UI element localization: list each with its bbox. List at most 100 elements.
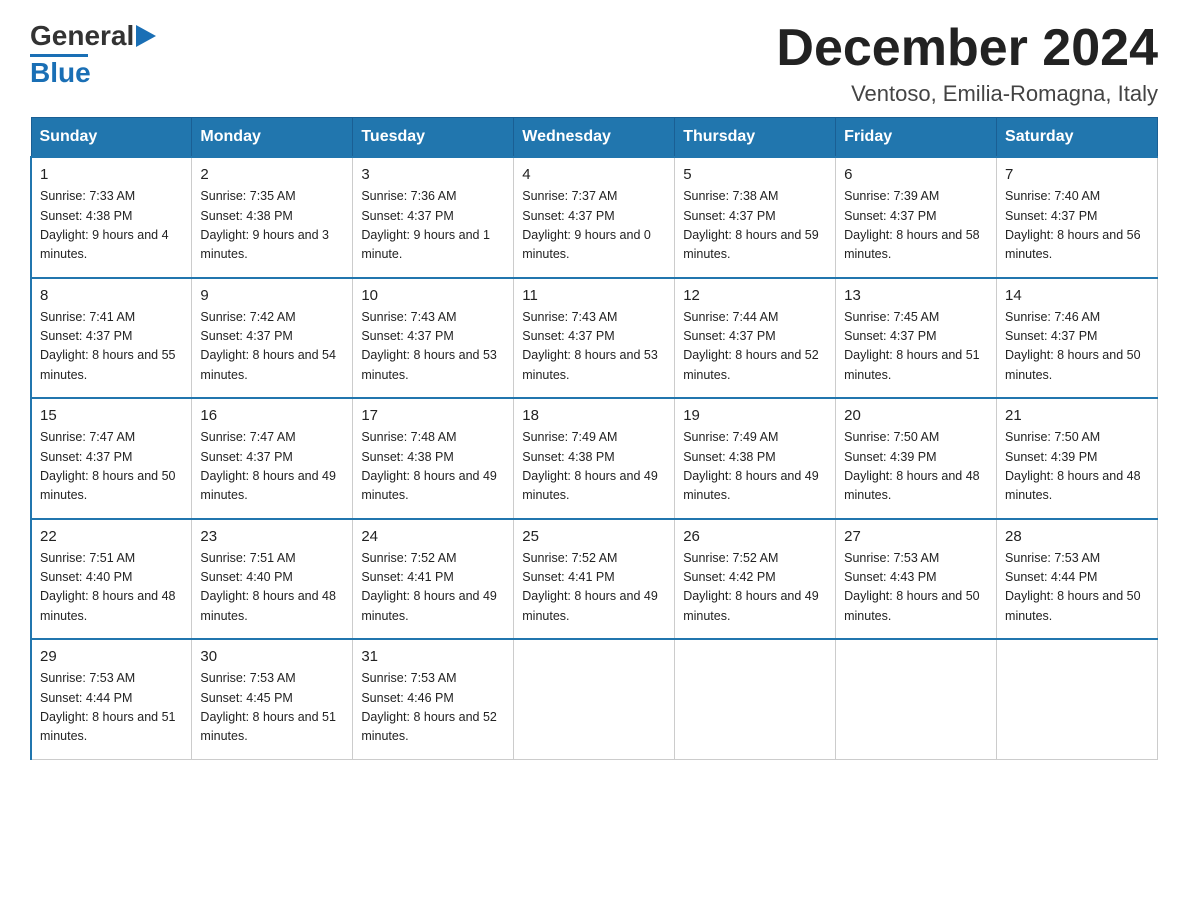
calendar-cell: 23 Sunrise: 7:51 AM Sunset: 4:40 PM Dayl…: [192, 519, 353, 640]
calendar-cell: 4 Sunrise: 7:37 AM Sunset: 4:37 PM Dayli…: [514, 157, 675, 278]
day-number: 20: [844, 407, 988, 424]
day-info: Sunrise: 7:47 AM Sunset: 4:37 PM Dayligh…: [40, 428, 183, 506]
day-number: 8: [40, 287, 183, 304]
logo-blue-text: Blue: [30, 57, 91, 89]
calendar-cell: [997, 639, 1158, 759]
day-info: Sunrise: 7:37 AM Sunset: 4:37 PM Dayligh…: [522, 187, 666, 265]
day-number: 4: [522, 166, 666, 183]
calendar-cell: 6 Sunrise: 7:39 AM Sunset: 4:37 PM Dayli…: [836, 157, 997, 278]
logo-general-text: General: [30, 20, 134, 52]
calendar-cell: 1 Sunrise: 7:33 AM Sunset: 4:38 PM Dayli…: [31, 157, 192, 278]
day-number: 22: [40, 528, 183, 545]
calendar-week-row: 22 Sunrise: 7:51 AM Sunset: 4:40 PM Dayl…: [31, 519, 1158, 640]
calendar-cell: 18 Sunrise: 7:49 AM Sunset: 4:38 PM Dayl…: [514, 398, 675, 519]
calendar-cell: 21 Sunrise: 7:50 AM Sunset: 4:39 PM Dayl…: [997, 398, 1158, 519]
day-number: 12: [683, 287, 827, 304]
day-info: Sunrise: 7:49 AM Sunset: 4:38 PM Dayligh…: [522, 428, 666, 506]
calendar-week-row: 29 Sunrise: 7:53 AM Sunset: 4:44 PM Dayl…: [31, 639, 1158, 759]
day-info: Sunrise: 7:53 AM Sunset: 4:46 PM Dayligh…: [361, 669, 505, 747]
title-section: December 2024 Ventoso, Emilia-Romagna, I…: [776, 20, 1158, 107]
day-number: 19: [683, 407, 827, 424]
day-number: 6: [844, 166, 988, 183]
calendar-cell: 27 Sunrise: 7:53 AM Sunset: 4:43 PM Dayl…: [836, 519, 997, 640]
calendar-cell: [836, 639, 997, 759]
day-number: 25: [522, 528, 666, 545]
calendar-week-row: 1 Sunrise: 7:33 AM Sunset: 4:38 PM Dayli…: [31, 157, 1158, 278]
day-info: Sunrise: 7:44 AM Sunset: 4:37 PM Dayligh…: [683, 308, 827, 386]
day-info: Sunrise: 7:52 AM Sunset: 4:41 PM Dayligh…: [522, 549, 666, 627]
day-info: Sunrise: 7:53 AM Sunset: 4:45 PM Dayligh…: [200, 669, 344, 747]
calendar-cell: 12 Sunrise: 7:44 AM Sunset: 4:37 PM Dayl…: [675, 278, 836, 399]
day-info: Sunrise: 7:52 AM Sunset: 4:41 PM Dayligh…: [361, 549, 505, 627]
day-number: 17: [361, 407, 505, 424]
month-title: December 2024: [776, 20, 1158, 77]
logo: General Blue: [30, 20, 156, 89]
day-info: Sunrise: 7:53 AM Sunset: 4:43 PM Dayligh…: [844, 549, 988, 627]
calendar-cell: 26 Sunrise: 7:52 AM Sunset: 4:42 PM Dayl…: [675, 519, 836, 640]
location-subtitle: Ventoso, Emilia-Romagna, Italy: [776, 81, 1158, 107]
day-info: Sunrise: 7:46 AM Sunset: 4:37 PM Dayligh…: [1005, 308, 1149, 386]
calendar-cell: 9 Sunrise: 7:42 AM Sunset: 4:37 PM Dayli…: [192, 278, 353, 399]
day-number: 13: [844, 287, 988, 304]
day-info: Sunrise: 7:43 AM Sunset: 4:37 PM Dayligh…: [361, 308, 505, 386]
calendar-header-sunday: Sunday: [31, 118, 192, 158]
day-number: 30: [200, 648, 344, 665]
day-number: 23: [200, 528, 344, 545]
day-number: 29: [40, 648, 183, 665]
calendar-cell: 3 Sunrise: 7:36 AM Sunset: 4:37 PM Dayli…: [353, 157, 514, 278]
day-info: Sunrise: 7:33 AM Sunset: 4:38 PM Dayligh…: [40, 187, 183, 265]
calendar-cell: 2 Sunrise: 7:35 AM Sunset: 4:38 PM Dayli…: [192, 157, 353, 278]
day-number: 27: [844, 528, 988, 545]
calendar-header-tuesday: Tuesday: [353, 118, 514, 158]
calendar-cell: 10 Sunrise: 7:43 AM Sunset: 4:37 PM Dayl…: [353, 278, 514, 399]
calendar-week-row: 8 Sunrise: 7:41 AM Sunset: 4:37 PM Dayli…: [31, 278, 1158, 399]
day-info: Sunrise: 7:39 AM Sunset: 4:37 PM Dayligh…: [844, 187, 988, 265]
calendar-header-wednesday: Wednesday: [514, 118, 675, 158]
day-number: 21: [1005, 407, 1149, 424]
day-info: Sunrise: 7:42 AM Sunset: 4:37 PM Dayligh…: [200, 308, 344, 386]
calendar-cell: 11 Sunrise: 7:43 AM Sunset: 4:37 PM Dayl…: [514, 278, 675, 399]
day-info: Sunrise: 7:35 AM Sunset: 4:38 PM Dayligh…: [200, 187, 344, 265]
day-number: 5: [683, 166, 827, 183]
day-info: Sunrise: 7:40 AM Sunset: 4:37 PM Dayligh…: [1005, 187, 1149, 265]
calendar-cell: 14 Sunrise: 7:46 AM Sunset: 4:37 PM Dayl…: [997, 278, 1158, 399]
calendar-cell: [514, 639, 675, 759]
day-info: Sunrise: 7:53 AM Sunset: 4:44 PM Dayligh…: [1005, 549, 1149, 627]
calendar-cell: 28 Sunrise: 7:53 AM Sunset: 4:44 PM Dayl…: [997, 519, 1158, 640]
day-number: 14: [1005, 287, 1149, 304]
day-number: 10: [361, 287, 505, 304]
calendar-cell: 20 Sunrise: 7:50 AM Sunset: 4:39 PM Dayl…: [836, 398, 997, 519]
day-number: 11: [522, 287, 666, 304]
calendar-week-row: 15 Sunrise: 7:47 AM Sunset: 4:37 PM Dayl…: [31, 398, 1158, 519]
day-info: Sunrise: 7:41 AM Sunset: 4:37 PM Dayligh…: [40, 308, 183, 386]
day-info: Sunrise: 7:51 AM Sunset: 4:40 PM Dayligh…: [40, 549, 183, 627]
day-info: Sunrise: 7:50 AM Sunset: 4:39 PM Dayligh…: [1005, 428, 1149, 506]
day-info: Sunrise: 7:43 AM Sunset: 4:37 PM Dayligh…: [522, 308, 666, 386]
calendar-cell: 25 Sunrise: 7:52 AM Sunset: 4:41 PM Dayl…: [514, 519, 675, 640]
calendar-cell: 13 Sunrise: 7:45 AM Sunset: 4:37 PM Dayl…: [836, 278, 997, 399]
day-number: 1: [40, 166, 183, 183]
calendar-cell: 7 Sunrise: 7:40 AM Sunset: 4:37 PM Dayli…: [997, 157, 1158, 278]
day-info: Sunrise: 7:49 AM Sunset: 4:38 PM Dayligh…: [683, 428, 827, 506]
day-info: Sunrise: 7:47 AM Sunset: 4:37 PM Dayligh…: [200, 428, 344, 506]
calendar-cell: 19 Sunrise: 7:49 AM Sunset: 4:38 PM Dayl…: [675, 398, 836, 519]
day-number: 31: [361, 648, 505, 665]
calendar-cell: 15 Sunrise: 7:47 AM Sunset: 4:37 PM Dayl…: [31, 398, 192, 519]
day-info: Sunrise: 7:52 AM Sunset: 4:42 PM Dayligh…: [683, 549, 827, 627]
day-number: 24: [361, 528, 505, 545]
day-number: 15: [40, 407, 183, 424]
calendar-header-saturday: Saturday: [997, 118, 1158, 158]
day-number: 18: [522, 407, 666, 424]
day-number: 2: [200, 166, 344, 183]
calendar-header-thursday: Thursday: [675, 118, 836, 158]
calendar-cell: 16 Sunrise: 7:47 AM Sunset: 4:37 PM Dayl…: [192, 398, 353, 519]
day-info: Sunrise: 7:45 AM Sunset: 4:37 PM Dayligh…: [844, 308, 988, 386]
calendar-cell: 29 Sunrise: 7:53 AM Sunset: 4:44 PM Dayl…: [31, 639, 192, 759]
calendar-header-monday: Monday: [192, 118, 353, 158]
calendar-header-row: SundayMondayTuesdayWednesdayThursdayFrid…: [31, 118, 1158, 158]
calendar-cell: 30 Sunrise: 7:53 AM Sunset: 4:45 PM Dayl…: [192, 639, 353, 759]
day-info: Sunrise: 7:51 AM Sunset: 4:40 PM Dayligh…: [200, 549, 344, 627]
day-number: 26: [683, 528, 827, 545]
calendar-cell: 22 Sunrise: 7:51 AM Sunset: 4:40 PM Dayl…: [31, 519, 192, 640]
day-info: Sunrise: 7:50 AM Sunset: 4:39 PM Dayligh…: [844, 428, 988, 506]
